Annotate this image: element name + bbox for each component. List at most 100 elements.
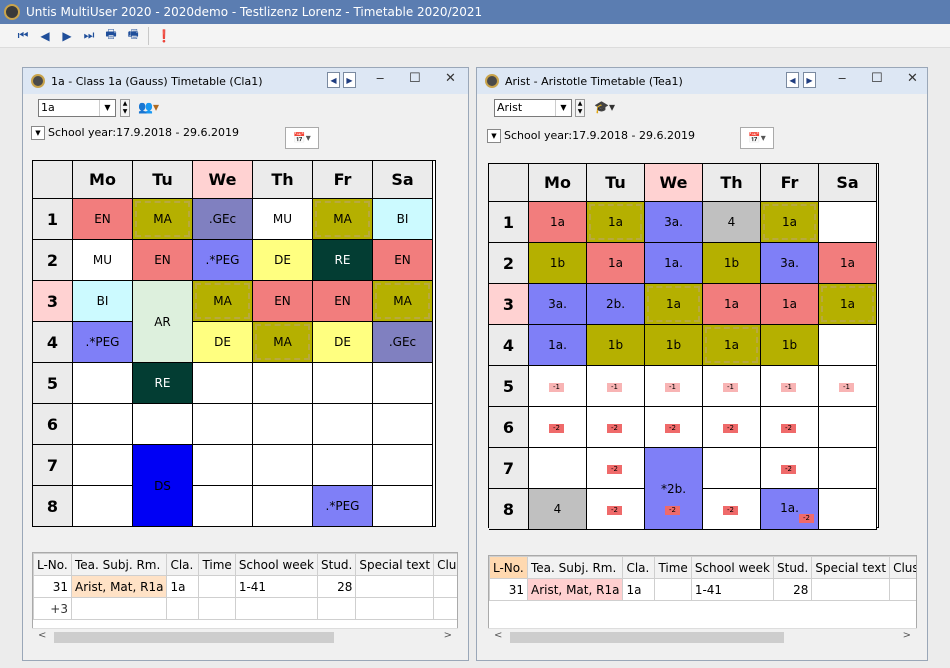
table-cell[interactable]: 31	[489, 578, 528, 601]
element-spinner[interactable]: ▲ ▼	[575, 99, 585, 117]
table-row[interactable]: 31 Arist, Mat, R1a 1a 1-41 28	[489, 578, 916, 601]
lesson-block[interactable]: DS	[133, 445, 192, 526]
close-button[interactable]: ✕	[907, 71, 918, 86]
timetable-cell[interactable]	[193, 486, 253, 527]
lesson-block[interactable]: 1a	[587, 202, 644, 242]
maximize-button[interactable]: ☐	[409, 71, 421, 86]
lesson-block[interactable]: EN	[133, 240, 192, 280]
timetable-cell[interactable]	[373, 445, 433, 486]
lesson-block[interactable]: 1b	[587, 325, 644, 365]
table-cell[interactable]: 1a	[166, 575, 200, 598]
lesson-block[interactable]: 1a	[529, 202, 586, 242]
minimize-button[interactable]: ‒	[376, 71, 384, 86]
column-header[interactable]: Stud.	[772, 556, 813, 579]
table-cell[interactable]	[198, 575, 236, 598]
calendar-button[interactable]: 📅▾	[740, 127, 774, 149]
timetable-cell[interactable]	[313, 404, 373, 445]
timetable-cell[interactable]	[819, 489, 877, 530]
maximize-button[interactable]: ☐	[871, 71, 883, 86]
lesson-block[interactable]: .GEc	[373, 322, 432, 362]
scroll-left-icon[interactable]: <	[494, 630, 502, 641]
timetable-cell[interactable]	[253, 363, 313, 404]
column-header[interactable]: Cluste	[889, 556, 916, 579]
table-cell[interactable]	[433, 597, 457, 620]
table-cell[interactable]: +3	[33, 597, 72, 620]
timetable-cell[interactable]	[373, 486, 433, 527]
table-cell[interactable]: 1-41	[690, 578, 775, 601]
table-cell[interactable]: Arist, Mat, R1a	[70, 575, 168, 598]
lesson-block[interactable]: 1a	[761, 284, 818, 324]
lesson-block[interactable]: 1a.	[529, 325, 586, 365]
lesson-block[interactable]: 4	[529, 489, 586, 529]
lesson-block[interactable]: RE	[133, 363, 192, 403]
timetable-cell[interactable]	[193, 363, 253, 404]
close-button[interactable]: ✕	[445, 71, 456, 86]
lesson-block[interactable]: 1b	[761, 325, 818, 365]
lesson-block[interactable]: DE	[193, 322, 252, 362]
timetable-cell[interactable]	[819, 407, 877, 448]
table-cell[interactable]: 1-41	[234, 575, 319, 598]
lesson-block[interactable]: 3a.	[761, 243, 818, 283]
lesson-block[interactable]: 3a.	[529, 284, 586, 324]
lesson-block[interactable]: EN	[253, 281, 312, 321]
lesson-block[interactable]: .*PEG	[73, 322, 132, 362]
table-row[interactable]: +3	[33, 597, 457, 620]
scroll-thumb[interactable]	[510, 632, 784, 643]
year-dropdown-button[interactable]: ▼	[31, 126, 45, 140]
lesson-block[interactable]: BI	[73, 281, 132, 321]
alert-icon[interactable]: ❗	[153, 26, 175, 46]
lesson-block[interactable]: 1b	[703, 243, 760, 283]
table-cell[interactable]	[355, 575, 435, 598]
lesson-block[interactable]: AR	[133, 281, 192, 362]
lesson-block[interactable]: MA	[253, 322, 312, 362]
lesson-block[interactable]: 1b	[529, 243, 586, 283]
prev-element-button[interactable]: ◀	[327, 72, 340, 88]
timetable-cell[interactable]	[819, 202, 877, 243]
table-cell[interactable]	[70, 597, 168, 620]
column-header[interactable]: Tea. Subj. Rm.	[526, 556, 624, 579]
lesson-block[interactable]: 2b.	[587, 284, 644, 324]
column-header[interactable]: L-No.	[33, 553, 72, 576]
table-cell[interactable]	[316, 597, 357, 620]
lesson-block[interactable]: EN	[73, 199, 132, 239]
timetable-cell[interactable]	[133, 404, 193, 445]
lesson-block[interactable]: 1a	[819, 284, 876, 324]
column-header[interactable]: Cla.	[622, 556, 656, 579]
table-cell[interactable]	[654, 578, 692, 601]
timetable-cell[interactable]	[819, 448, 877, 489]
element-spinner[interactable]: ▲ ▼	[120, 99, 130, 117]
timetable-cell[interactable]	[73, 486, 133, 527]
column-header[interactable]: L-No.	[489, 556, 528, 579]
table-cell[interactable]: 1a	[622, 578, 656, 601]
lesson-block[interactable]: MA	[193, 281, 252, 321]
column-header[interactable]: Tea. Subj. Rm.	[70, 553, 168, 576]
timetable-cell[interactable]	[529, 448, 587, 489]
lesson-block[interactable]: *2b.	[645, 448, 702, 529]
next-element-button[interactable]: ▶	[803, 72, 816, 88]
lesson-block[interactable]: 1a	[587, 243, 644, 283]
lesson-block[interactable]: MA	[373, 281, 432, 321]
lesson-block[interactable]: DE	[253, 240, 312, 280]
lesson-block[interactable]: 1a	[819, 243, 876, 283]
horizontal-scrollbar[interactable]: < >	[488, 628, 917, 645]
lesson-block[interactable]: 4	[703, 202, 760, 242]
print-preview-icon[interactable]: 🖷	[122, 26, 144, 46]
timetable-cell[interactable]	[253, 486, 313, 527]
column-header[interactable]: Time	[198, 553, 236, 576]
minimize-button[interactable]: ‒	[838, 71, 846, 86]
element-select[interactable]: 1a ▼	[38, 99, 116, 117]
table-cell[interactable]	[811, 578, 891, 601]
timetable-cell[interactable]	[253, 445, 313, 486]
column-header[interactable]: Stud.	[316, 553, 357, 576]
prev-icon[interactable]: ◀	[34, 26, 56, 46]
timetable-cell[interactable]	[73, 445, 133, 486]
table-cell[interactable]	[355, 597, 435, 620]
lesson-block[interactable]: MU	[73, 240, 132, 280]
print-icon[interactable]: 🖶	[100, 26, 122, 46]
table-cell[interactable]: Arist, Mat, R1a	[526, 578, 624, 601]
calendar-button[interactable]: 📅▾	[285, 127, 319, 149]
table-row[interactable]: 31 Arist, Mat, R1a 1a 1-41 28	[33, 575, 457, 598]
lesson-block[interactable]: MA	[313, 199, 372, 239]
table-cell[interactable]: 28	[316, 575, 357, 598]
prev-element-button[interactable]: ◀	[786, 72, 799, 88]
